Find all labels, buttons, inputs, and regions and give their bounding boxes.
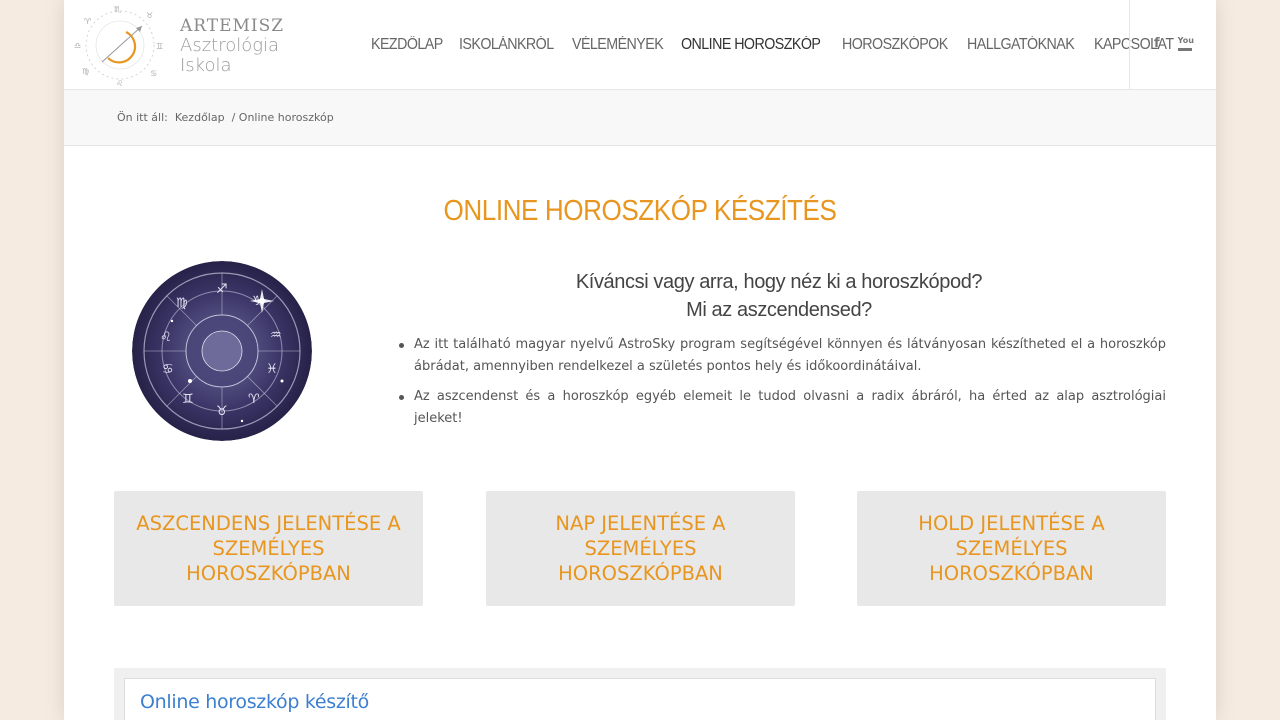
nav-item-hallgatoknak[interactable]: HALLGATÓKNAK [967, 36, 1075, 54]
facebook-icon[interactable]: f [1154, 36, 1160, 51]
nav-item-velemenyek[interactable]: VÉLEMÉNYEK [572, 36, 664, 54]
svg-text:♍: ♍ [176, 296, 188, 311]
breadcrumb-separator: / [231, 111, 236, 124]
builder-title: Online horoszkóp készítő [140, 691, 369, 713]
site-header: ♈ ♉ ♊ ♋ ♌ ♍ ♎ ♏ ARTEMISZ Asztrológia Isk… [64, 0, 1216, 90]
breadcrumb-prefix: Ön itt áll: [117, 111, 168, 124]
page: ♈ ♉ ♊ ♋ ♌ ♍ ♎ ♏ ARTEMISZ Asztrológia Isk… [64, 0, 1216, 720]
bullet-item: Az itt található magyar nyelvű AstroSky … [399, 334, 1166, 378]
svg-text:♏: ♏ [114, 5, 122, 14]
site-logo[interactable]: ♈ ♉ ♊ ♋ ♌ ♍ ♎ ♏ ARTEMISZ Asztrológia Isk… [74, 4, 314, 86]
feature-cards: ASZCENDENS JELENTÉSE A SZEMÉLYES HOROSZK… [114, 491, 1166, 606]
svg-text:♊: ♊ [156, 42, 163, 51]
card-hold[interactable]: HOLD JELENTÉSE A SZEMÉLYES HOROSZKÓPBAN [857, 491, 1166, 606]
intro-question: Kíváncsi vagy arra, hogy néz ki a horosz… [394, 268, 1164, 324]
svg-text:♍: ♍ [82, 67, 89, 76]
page-title: ONLINE HOROSZKÓP KÉSZÍTÉS [443, 195, 837, 227]
nav-divider [1129, 0, 1130, 89]
bullet-item: Az aszcendenst és a horoszkóp egyéb elem… [399, 386, 1166, 430]
svg-text:♉: ♉ [146, 11, 153, 20]
nav-item-online-horoszkop[interactable]: ONLINE HOROSZKÓP [681, 36, 821, 54]
svg-text:♊: ♊ [182, 392, 194, 407]
question-line-2: Mi az aszcendensed? [686, 299, 872, 321]
svg-text:♌: ♌ [160, 330, 172, 345]
social-links: f You [1154, 36, 1194, 51]
card-aszcendens[interactable]: ASZCENDENS JELENTÉSE A SZEMÉLYES HOROSZK… [114, 491, 423, 606]
breadcrumb-home-link[interactable]: Kezdőlap [175, 111, 225, 124]
card-hold-label: HOLD JELENTÉSE A SZEMÉLYES HOROSZKÓPBAN [918, 512, 1105, 585]
breadcrumb-bar: Ön itt áll: Kezdőlap / Online horoszkóp [64, 90, 1216, 146]
svg-text:♐: ♐ [216, 282, 228, 297]
svg-text:♋: ♋ [150, 69, 157, 78]
logo-line-3: Iskola [180, 55, 232, 76]
card-aszcendens-label: ASZCENDENS JELENTÉSE A SZEMÉLYES HOROSZK… [136, 512, 401, 585]
horoscope-builder-panel: Online horoszkóp készítő [124, 678, 1156, 720]
svg-text:♒: ♒ [270, 328, 282, 343]
horoscope-builder-section: Online horoszkóp készítő [114, 668, 1166, 720]
zodiac-logo-icon: ♈ ♉ ♊ ♋ ♌ ♍ ♎ ♏ [74, 5, 163, 86]
svg-text:♉: ♉ [216, 404, 228, 419]
logo-line-2: Asztrológia [180, 35, 280, 56]
nav-item-kezdolap[interactable]: KEZDŐLAP [371, 36, 443, 54]
nav-item-iskolankrol[interactable]: ISKOLÁNKRÓL [459, 36, 554, 54]
breadcrumb: Ön itt áll: Kezdőlap / Online horoszkóp [117, 111, 334, 124]
logo-wordmark: ARTEMISZ Asztrológia Iskola [180, 18, 284, 75]
svg-text:♌: ♌ [116, 79, 123, 86]
svg-text:♋: ♋ [162, 362, 174, 377]
svg-text:♈: ♈ [248, 392, 260, 407]
nav-item-horoszkopok[interactable]: HOROSZKÓPOK [842, 36, 948, 54]
svg-text:♓: ♓ [266, 362, 278, 377]
breadcrumb-current: Online horoszkóp [238, 111, 334, 124]
intro-bullets: Az itt található magyar nyelvű AstroSky … [399, 334, 1166, 438]
main-nav: KEZDŐLAP ISKOLÁNKRÓL VÉLEMÉNYEK ONLINE H… [371, 36, 1180, 54]
logo-line-1: ARTEMISZ [180, 16, 285, 36]
question-line-1: Kíváncsi vagy arra, hogy néz ki a horosz… [575, 271, 983, 293]
card-nap-label: NAP JELENTÉSE A SZEMÉLYES HOROSZKÓPBAN [555, 512, 726, 585]
card-nap[interactable]: NAP JELENTÉSE A SZEMÉLYES HOROSZKÓPBAN [486, 491, 795, 606]
zodiac-wheel-image: ♐♑♒ ♓♈♉ ♊♋♌ ♍ [132, 261, 312, 441]
svg-text:♈: ♈ [84, 17, 91, 26]
youtube-icon[interactable]: You [1177, 36, 1194, 51]
svg-text:♎: ♎ [74, 41, 81, 50]
